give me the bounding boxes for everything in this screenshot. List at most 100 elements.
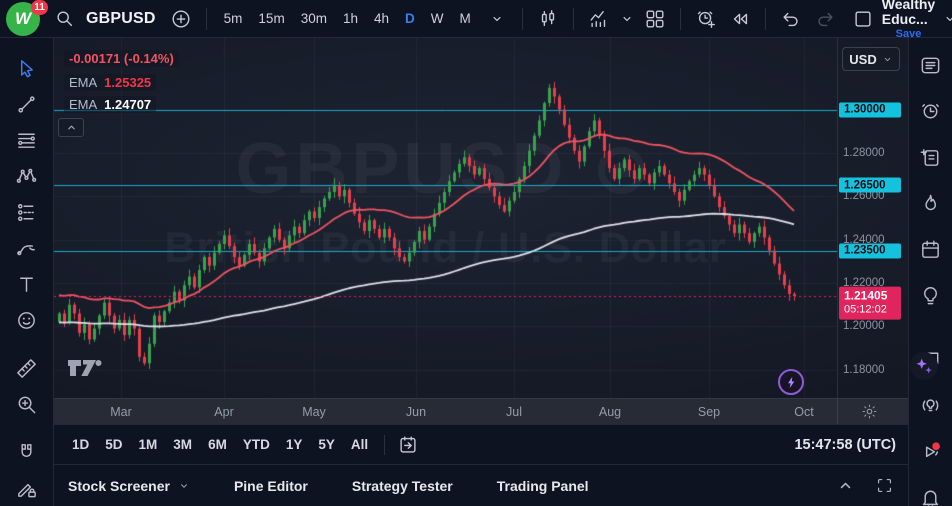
interval-4h[interactable]: 4h xyxy=(367,7,396,30)
news-button[interactable] xyxy=(916,143,946,171)
alerts-button[interactable] xyxy=(916,97,946,125)
time-axis-label-mar: Mar xyxy=(110,405,132,419)
save-label[interactable]: Save xyxy=(896,28,922,40)
price-level-label: 1.23500 xyxy=(839,243,901,258)
tab-pine-editor[interactable]: Pine Editor xyxy=(234,478,308,494)
xabcd-pattern-tool[interactable] xyxy=(9,158,45,194)
indicator-row-ema[interactable]: EMA1.24707 xyxy=(64,96,156,113)
indicators-button[interactable] xyxy=(584,4,614,34)
range-6M[interactable]: 6M xyxy=(200,433,235,456)
ideas-button[interactable] xyxy=(916,281,946,309)
notifications-button[interactable] xyxy=(916,483,946,506)
zoom-in-tool[interactable] xyxy=(9,386,45,422)
magnet-icon xyxy=(15,441,38,464)
currency-label: USD xyxy=(849,52,876,67)
chevron-up-icon[interactable] xyxy=(836,476,855,495)
layout-grid-button[interactable] xyxy=(640,4,670,34)
legend-collapse-button[interactable] xyxy=(58,118,84,137)
tab-stock-screener[interactable]: Stock Screener xyxy=(68,478,190,494)
interval-30m[interactable]: 30m xyxy=(294,7,334,30)
range-5Y[interactable]: 5Y xyxy=(310,433,343,456)
range-toolbar: 1D5D1M3M6MYTD1Y5YAll 15:47:58 (UTC) xyxy=(54,424,908,464)
range-All[interactable]: All xyxy=(343,433,376,456)
interval-1h[interactable]: 1h xyxy=(336,7,365,30)
time-axis[interactable]: MarAprMayJunJulAugSepOct xyxy=(54,398,908,424)
interval-M[interactable]: M xyxy=(453,7,478,30)
watchlist-button[interactable] xyxy=(916,51,946,79)
status-tabs: Stock Screener Pine Editor Strategy Tester… xyxy=(68,478,633,494)
calendar-button[interactable] xyxy=(916,235,946,263)
bulb-icon xyxy=(919,284,942,307)
price-axis[interactable]: USD 1.280001.260001.240001.220001.200001… xyxy=(837,38,906,398)
redo-button[interactable] xyxy=(810,4,840,34)
news-plus-icon xyxy=(919,146,942,169)
symbol-name[interactable]: GBPUSD xyxy=(86,10,156,28)
tradingview-logo-icon[interactable] xyxy=(67,356,103,382)
interval-menu-button[interactable] xyxy=(482,4,512,34)
gear-icon[interactable] xyxy=(861,403,878,420)
indicator-row-ema[interactable]: EMA1.25325 xyxy=(64,74,156,91)
text-tool[interactable] xyxy=(9,266,45,302)
ai-sparkles-badge[interactable] xyxy=(910,352,938,380)
lock-drawings-tool[interactable] xyxy=(9,470,45,506)
compare-add-symbol-button[interactable] xyxy=(166,4,196,34)
create-alert-button[interactable] xyxy=(691,4,721,34)
interval-15m[interactable]: 15m xyxy=(251,7,291,30)
maximize-icon[interactable] xyxy=(875,476,894,495)
currency-selector[interactable]: USD xyxy=(842,47,900,71)
price-chart[interactable] xyxy=(54,38,837,398)
cursor-tool[interactable] xyxy=(9,50,45,86)
interval-5m[interactable]: 5m xyxy=(217,7,250,30)
trend-line-tool[interactable] xyxy=(9,86,45,122)
undo-button[interactable] xyxy=(776,4,806,34)
range-3M[interactable]: 3M xyxy=(165,433,200,456)
interval-D[interactable]: D xyxy=(398,7,422,30)
search-icon xyxy=(54,8,76,30)
axis-divider xyxy=(837,399,838,424)
interval-W[interactable]: W xyxy=(424,7,451,30)
current-price: 1.21405 xyxy=(844,289,896,304)
tab-label: Trading Panel xyxy=(497,478,589,494)
instant-trading-button[interactable] xyxy=(778,369,804,395)
range-YTD[interactable]: YTD xyxy=(235,433,278,456)
indicator-templates-button[interactable] xyxy=(618,4,636,34)
forecast-tool[interactable] xyxy=(9,194,45,230)
clock-utc[interactable]: 15:47:58 (UTC) xyxy=(794,437,898,453)
magnet-tool[interactable] xyxy=(9,434,45,470)
tab-strategy-tester[interactable]: Strategy Tester xyxy=(352,478,453,494)
brush-tool[interactable] xyxy=(9,230,45,266)
current-price-label: 1.2140505:12:02 xyxy=(839,287,901,320)
hotlists-button[interactable] xyxy=(916,189,946,217)
fib-retracement-tool[interactable] xyxy=(9,122,45,158)
toolbar-divider xyxy=(384,435,385,455)
status-bar: Stock Screener Pine Editor Strategy Tester… xyxy=(54,464,908,506)
layout-menu-button[interactable] xyxy=(939,4,952,34)
indicator-value: 1.24707 xyxy=(104,97,151,112)
range-buttons: 1D5D1M3M6MYTD1Y5YAll xyxy=(64,433,376,456)
symbol-search-button[interactable] xyxy=(50,4,80,34)
emoji-tool[interactable] xyxy=(9,302,45,338)
undo-icon xyxy=(780,8,802,30)
range-1Y[interactable]: 1Y xyxy=(278,433,311,456)
layout-name-group[interactable]: Wealthy Educ... Save xyxy=(882,0,935,40)
range-1M[interactable]: 1M xyxy=(131,433,166,456)
app-logo[interactable]: W 11 xyxy=(4,1,46,37)
candlestick-style-icon xyxy=(537,8,559,30)
chart-style-button[interactable] xyxy=(533,4,563,34)
range-5D[interactable]: 5D xyxy=(97,433,130,456)
cursor-icon xyxy=(15,57,38,80)
brush-icon xyxy=(15,237,38,260)
range-1D[interactable]: 1D xyxy=(64,433,97,456)
live-button[interactable] xyxy=(916,437,946,465)
bar-replay-button[interactable] xyxy=(725,4,755,34)
layout-name[interactable]: Wealthy Educ... xyxy=(882,0,935,28)
tab-trading-panel[interactable]: Trading Panel xyxy=(497,478,589,494)
go-to-date-button[interactable] xyxy=(393,430,423,460)
measure-tool[interactable] xyxy=(9,350,45,386)
redo-icon xyxy=(814,8,836,30)
time-axis-label-aug: Aug xyxy=(599,405,621,419)
save-layout-button[interactable] xyxy=(848,4,878,34)
draw-lock-icon xyxy=(15,477,38,500)
streams-button[interactable] xyxy=(916,391,946,419)
streams-icon xyxy=(919,394,942,417)
